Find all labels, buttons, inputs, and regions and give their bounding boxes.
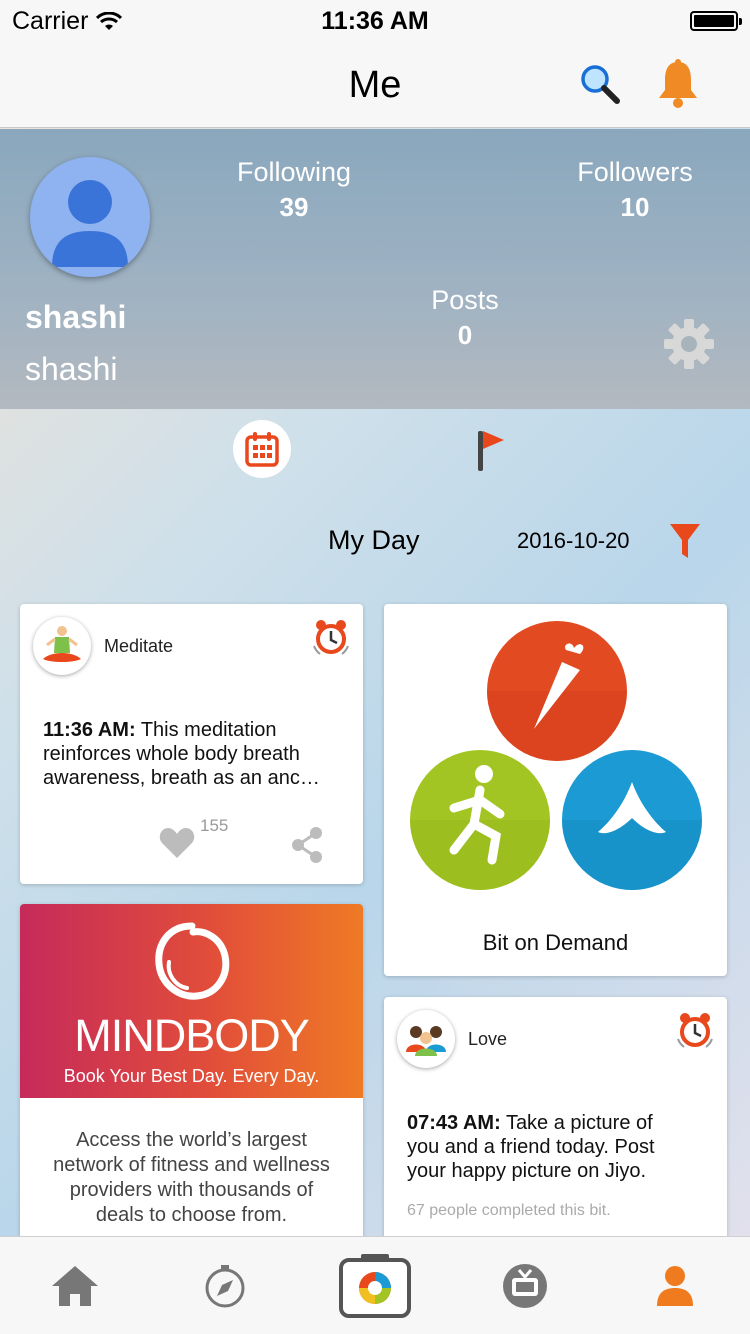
tab-home[interactable] bbox=[40, 1237, 110, 1334]
like-button[interactable] bbox=[158, 826, 196, 865]
bit-on-demand-label: Bit on Demand bbox=[482, 930, 629, 955]
page-title: Me bbox=[348, 64, 402, 106]
mindbody-banner: MINDBODY Book Your Best Day. Every Day. bbox=[20, 904, 363, 1098]
alarm-icon bbox=[313, 620, 349, 655]
mindbody-tagline: Book Your Best Day. Every Day. bbox=[63, 1066, 320, 1086]
tab-profile[interactable] bbox=[640, 1237, 710, 1334]
meditation-icon bbox=[43, 626, 81, 662]
tab-bar bbox=[0, 1236, 750, 1334]
bit-on-demand-graphic bbox=[410, 621, 702, 890]
heart-icon bbox=[159, 828, 195, 858]
ad-text-line: Access the world’s largest bbox=[76, 1129, 307, 1151]
bit-avatar bbox=[397, 1010, 455, 1068]
reminder-button[interactable] bbox=[674, 1009, 716, 1051]
mindbody-ad-card[interactable]: MINDBODY Book Your Best Day. Every Day. … bbox=[20, 904, 363, 1244]
date-selector[interactable]: 2016-10-20 bbox=[517, 528, 630, 554]
tab-discover[interactable] bbox=[190, 1237, 260, 1334]
filter-icon bbox=[670, 524, 700, 558]
share-button[interactable] bbox=[290, 826, 324, 869]
alarm-icon bbox=[677, 1013, 713, 1048]
ad-text-line: network of fitness and wellness bbox=[53, 1154, 330, 1176]
bit-text-line: reinforces whole body breath bbox=[43, 743, 300, 765]
mindbody-logo-icon bbox=[155, 922, 230, 1000]
bit-title: Love bbox=[468, 1029, 508, 1049]
bell-icon bbox=[659, 59, 697, 108]
reminder-button[interactable] bbox=[310, 616, 352, 658]
ad-text-line: deals to choose from. bbox=[95, 1204, 288, 1226]
profile-tabs bbox=[0, 409, 750, 495]
bit-card-love[interactable]: Love 07:43 AM: Take a picture of you and… bbox=[384, 997, 727, 1244]
camera-icon bbox=[339, 1254, 411, 1318]
search-button[interactable] bbox=[578, 62, 622, 106]
bit-text-line: awareness, breath as an anc… bbox=[43, 767, 320, 789]
posts-label: Posts bbox=[431, 285, 499, 315]
tab-flag[interactable] bbox=[470, 427, 510, 473]
section-title: My Day bbox=[328, 525, 420, 555]
followers-label: Followers bbox=[577, 157, 693, 187]
mindbody-brand: MINDBODY bbox=[74, 1010, 310, 1061]
tab-camera[interactable] bbox=[334, 1237, 416, 1334]
username: shashi bbox=[25, 299, 127, 335]
bit-text-line: Take a picture of bbox=[505, 1112, 653, 1134]
filter-button[interactable] bbox=[668, 521, 702, 561]
battery-icon bbox=[690, 11, 742, 31]
bit-text-line: This meditation bbox=[140, 719, 277, 741]
bit-description: 11:36 AM: This meditation reinforces who… bbox=[43, 718, 320, 790]
status-bar: Carrier 11:36 AM bbox=[0, 0, 750, 40]
person-icon bbox=[52, 180, 128, 267]
bit-description: 07:43 AM: Take a picture of you and a fr… bbox=[407, 1111, 655, 1183]
tab-tv[interactable] bbox=[490, 1237, 560, 1334]
followers-count: 10 bbox=[620, 192, 650, 222]
share-icon bbox=[292, 827, 322, 863]
flag-icon bbox=[478, 431, 504, 471]
search-icon bbox=[581, 65, 620, 104]
compass-icon bbox=[205, 1265, 245, 1308]
friends-icon bbox=[406, 1026, 446, 1056]
followers-stat[interactable]: Followers 10 bbox=[575, 157, 695, 223]
bit-on-demand-card[interactable]: Bit on Demand bbox=[384, 604, 727, 976]
nav-bar: Me bbox=[0, 40, 750, 128]
bit-text-line: your happy picture on Jiyo. bbox=[407, 1160, 647, 1182]
profile-header: shashi shashi Following 39 Followers 10 … bbox=[0, 129, 750, 409]
bit-title: Meditate bbox=[104, 636, 174, 656]
bit-time: 07:43 AM: bbox=[407, 1112, 501, 1134]
profile-icon bbox=[657, 1266, 693, 1306]
notifications-button[interactable] bbox=[654, 58, 702, 110]
posts-stat[interactable]: Posts 0 bbox=[420, 285, 510, 351]
filter-bar: My Day 2016-10-20 bbox=[0, 495, 750, 585]
bit-avatar bbox=[33, 617, 91, 675]
bit-time: 11:36 AM: bbox=[43, 719, 136, 741]
settings-button[interactable] bbox=[662, 317, 716, 371]
status-time: 11:36 AM bbox=[321, 7, 429, 35]
tab-calendar[interactable] bbox=[233, 420, 291, 478]
calendar-icon bbox=[245, 432, 279, 467]
bit-card-meditate[interactable]: Meditate 11:36 AM: This meditation reinf… bbox=[20, 604, 363, 884]
bit-text-line: you and a friend today. Post bbox=[407, 1136, 655, 1158]
ad-text-line: providers with thousands of bbox=[69, 1179, 314, 1201]
completed-count: 67 people completed this bit. bbox=[407, 1202, 611, 1219]
user-handle: shashi bbox=[25, 351, 118, 387]
like-count: 155 bbox=[200, 816, 229, 835]
following-count: 39 bbox=[279, 192, 309, 222]
avatar[interactable] bbox=[30, 157, 150, 277]
following-stat[interactable]: Following 39 bbox=[235, 157, 353, 223]
following-label: Following bbox=[236, 157, 352, 187]
home-icon bbox=[52, 1266, 98, 1306]
mindbody-description: Access the world’s largest network of fi… bbox=[20, 1128, 363, 1228]
gear-icon bbox=[664, 319, 714, 369]
tv-icon bbox=[503, 1264, 547, 1308]
posts-count: 0 bbox=[457, 320, 473, 350]
